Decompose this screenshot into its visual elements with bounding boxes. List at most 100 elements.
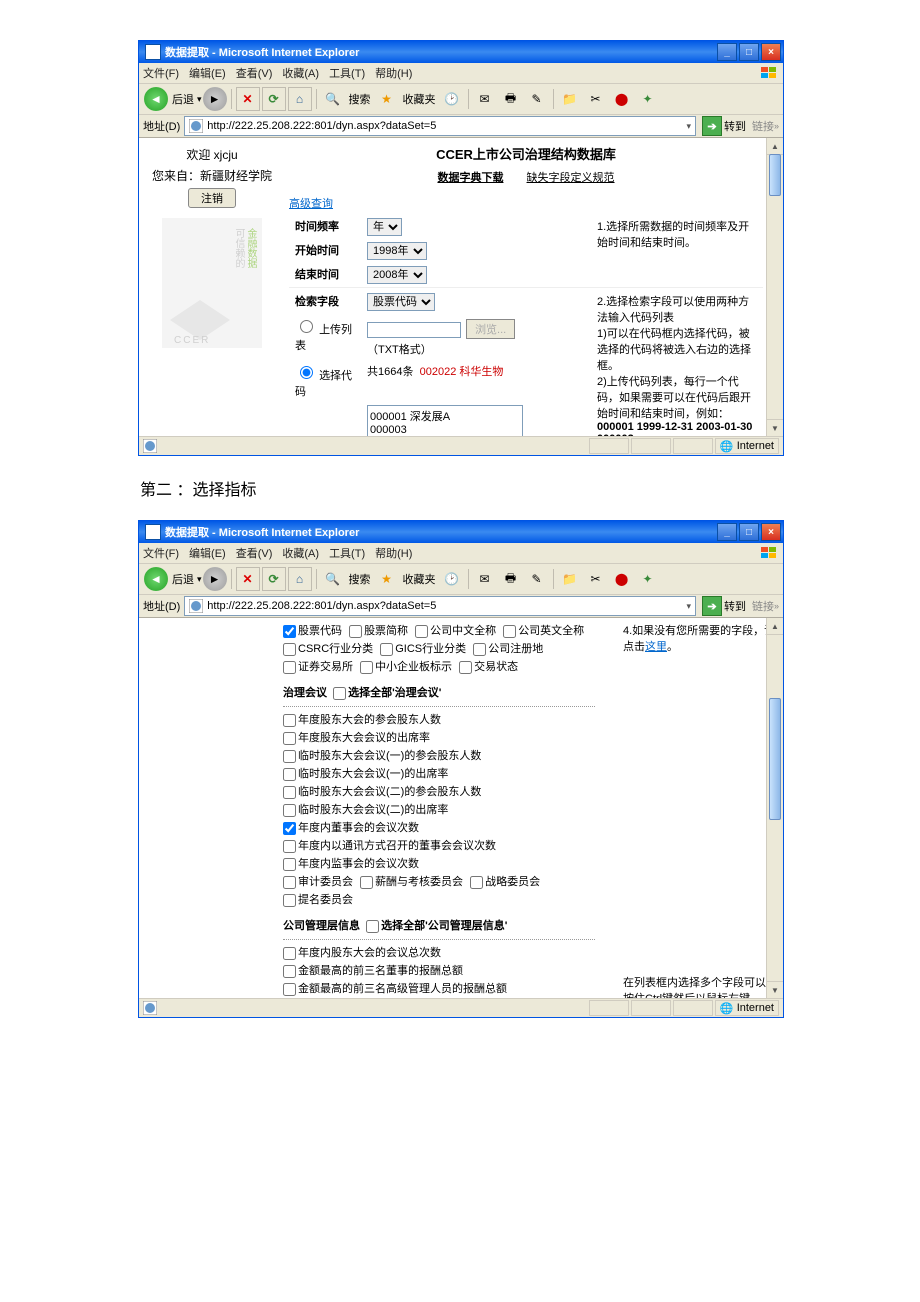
tip4-link[interactable]: 这里 bbox=[645, 641, 667, 653]
code-option[interactable]: 000003 bbox=[370, 424, 520, 436]
favorites-icon[interactable]: ★ bbox=[375, 87, 399, 111]
menu-file[interactable]: 文件(F) bbox=[143, 545, 179, 561]
address-input[interactable]: http://222.25.208.222:801/dyn.aspx?dataS… bbox=[184, 596, 696, 616]
close-button[interactable]: × bbox=[761, 523, 781, 541]
scroll-thumb[interactable] bbox=[769, 698, 781, 820]
edit-button[interactable]: ✎ bbox=[525, 567, 549, 591]
address-input[interactable]: http://222.25.208.222:801/dyn.aspx?dataS… bbox=[184, 116, 696, 136]
folder-button[interactable]: 📁 bbox=[558, 567, 582, 591]
mail-button[interactable]: ✉ bbox=[473, 567, 497, 591]
menu-help[interactable]: 帮助(H) bbox=[375, 545, 412, 561]
field-checkbox[interactable]: 中小企业板标示 bbox=[360, 658, 452, 676]
cut-button[interactable]: ✂ bbox=[584, 87, 608, 111]
go-button[interactable]: ➔ bbox=[702, 116, 722, 136]
close-button[interactable]: × bbox=[761, 43, 781, 61]
print-button[interactable]: 🖶 bbox=[499, 567, 523, 591]
menu-edit[interactable]: 编辑(E) bbox=[189, 545, 226, 561]
scroll-down-icon[interactable]: ▼ bbox=[767, 419, 783, 436]
forward-button[interactable]: ► bbox=[203, 87, 227, 111]
folder-button[interactable]: 📁 bbox=[558, 87, 582, 111]
freq-select[interactable]: 年 bbox=[367, 218, 402, 236]
adv-query-link[interactable]: 高级查询 bbox=[289, 195, 333, 211]
maximize-button[interactable]: □ bbox=[739, 43, 759, 61]
field-checkbox[interactable]: 金额最高的前三名高级管理人员的报酬总额 bbox=[283, 980, 507, 998]
field-checkbox[interactable]: 提名委员会 bbox=[283, 891, 353, 909]
misc-button[interactable]: ⬤ bbox=[610, 87, 634, 111]
menu-view[interactable]: 查看(V) bbox=[236, 65, 273, 81]
field-checkbox[interactable]: 公司注册地 bbox=[473, 640, 543, 658]
start-select[interactable]: 1998年 bbox=[367, 242, 427, 260]
field-checkbox[interactable]: 股票简称 bbox=[349, 622, 408, 640]
home-button[interactable]: ⌂ bbox=[288, 87, 312, 111]
field-checkbox[interactable]: 年度内以通讯方式召开的董事会会议次数 bbox=[283, 837, 496, 855]
menu-file[interactable]: 文件(F) bbox=[143, 65, 179, 81]
field-checkbox[interactable]: 临时股东大会会议(二)的出席率 bbox=[283, 801, 448, 819]
scroll-thumb[interactable] bbox=[769, 154, 781, 196]
field-checkbox[interactable]: GICS行业分类 bbox=[380, 640, 466, 658]
browse-button[interactable]: 浏览... bbox=[466, 319, 515, 339]
field-checkbox[interactable]: 战略委员会 bbox=[470, 873, 540, 891]
back-button[interactable]: ◄ bbox=[144, 567, 168, 591]
search-field-select[interactable]: 股票代码 bbox=[367, 293, 435, 311]
back-button[interactable]: ◄ bbox=[144, 87, 168, 111]
print-button[interactable]: 🖶 bbox=[499, 87, 523, 111]
menu-tools[interactable]: 工具(T) bbox=[329, 65, 365, 81]
select-code-radio[interactable]: 选择代码 bbox=[295, 370, 352, 398]
field-checkbox[interactable]: 公司中文全称 bbox=[415, 622, 496, 640]
end-select[interactable]: 2008年 bbox=[367, 266, 427, 284]
menu-fav[interactable]: 收藏(A) bbox=[282, 545, 319, 561]
upload-path[interactable] bbox=[367, 322, 461, 338]
search-icon[interactable]: 🔍 bbox=[321, 87, 345, 111]
code-listbox[interactable]: 000001 深发展A000003000004 *ST国农000005 世纪星源… bbox=[367, 405, 523, 436]
scroll-up-icon[interactable]: ▲ bbox=[767, 618, 783, 635]
stop-button[interactable]: ✕ bbox=[236, 567, 260, 591]
field-checkbox[interactable]: 年度内董事会的会议次数 bbox=[283, 819, 419, 837]
sec1-selectall[interactable]: 选择全部'治理会议' bbox=[333, 684, 441, 702]
field-checkbox[interactable]: 审计委员会 bbox=[283, 873, 353, 891]
field-checkbox[interactable]: 公司英文全称 bbox=[503, 622, 584, 640]
misc2-button[interactable]: ✦ bbox=[636, 87, 660, 111]
edit-button[interactable]: ✎ bbox=[525, 87, 549, 111]
forward-button[interactable]: ► bbox=[203, 567, 227, 591]
menu-edit[interactable]: 编辑(E) bbox=[189, 65, 226, 81]
code-option[interactable]: 000001 深发展A bbox=[370, 408, 520, 424]
minimize-button[interactable]: _ bbox=[717, 523, 737, 541]
menu-fav[interactable]: 收藏(A) bbox=[282, 65, 319, 81]
history-button[interactable]: 🕑 bbox=[440, 87, 464, 111]
scroll-down-icon[interactable]: ▼ bbox=[767, 981, 783, 998]
go-button[interactable]: ➔ bbox=[702, 596, 722, 616]
field-checkbox[interactable]: 交易状态 bbox=[459, 658, 518, 676]
titlebar[interactable]: 数据提取 - Microsoft Internet Explorer _ □ × bbox=[139, 41, 783, 63]
logout-button[interactable]: 注销 bbox=[188, 188, 236, 208]
sec2-selectall[interactable]: 选择全部'公司管理层信息' bbox=[366, 917, 507, 935]
scroll-up-icon[interactable]: ▲ bbox=[767, 138, 783, 155]
field-checkbox[interactable]: 年度股东大会的参会股东人数 bbox=[283, 711, 441, 729]
dict-download-link[interactable]: 数据字典下载 bbox=[437, 172, 503, 184]
field-checkbox[interactable]: 金额最高的前三名董事的报酬总额 bbox=[283, 962, 463, 980]
favorites-icon[interactable]: ★ bbox=[375, 567, 399, 591]
upload-radio[interactable]: 上传列表 bbox=[295, 324, 352, 352]
titlebar-2[interactable]: 数据提取 - Microsoft Internet Explorer _ □ × bbox=[139, 521, 783, 543]
field-checkbox[interactable]: 临时股东大会会议(一)的参会股东人数 bbox=[283, 747, 481, 765]
search-icon[interactable]: 🔍 bbox=[321, 567, 345, 591]
menu-view[interactable]: 查看(V) bbox=[236, 545, 273, 561]
scrollbar[interactable]: ▲ ▼ bbox=[766, 138, 783, 436]
scrollbar[interactable]: ▲ ▼ bbox=[766, 618, 783, 998]
refresh-button[interactable]: ⟳ bbox=[262, 567, 286, 591]
misc2-button[interactable]: ✦ bbox=[636, 567, 660, 591]
field-checkbox[interactable]: CSRC行业分类 bbox=[283, 640, 373, 658]
misc-button[interactable]: ⬤ bbox=[610, 567, 634, 591]
field-checkbox[interactable]: 临时股东大会会议(二)的参会股东人数 bbox=[283, 783, 481, 801]
maximize-button[interactable]: □ bbox=[739, 523, 759, 541]
field-checkbox[interactable]: 薪酬与考核委员会 bbox=[360, 873, 463, 891]
history-button[interactable]: 🕑 bbox=[440, 567, 464, 591]
field-checkbox[interactable]: 年度内监事会的会议次数 bbox=[283, 855, 419, 873]
field-checkbox[interactable]: 证券交易所 bbox=[283, 658, 353, 676]
scope-def-link[interactable]: 缺失字段定义规范 bbox=[527, 172, 615, 184]
menu-tools[interactable]: 工具(T) bbox=[329, 545, 365, 561]
refresh-button[interactable]: ⟳ bbox=[262, 87, 286, 111]
field-checkbox[interactable]: 股票代码 bbox=[283, 622, 342, 640]
field-checkbox[interactable]: 年度内股东大会的会议总次数 bbox=[283, 944, 441, 962]
field-checkbox[interactable]: 临时股东大会会议(一)的出席率 bbox=[283, 765, 448, 783]
home-button[interactable]: ⌂ bbox=[288, 567, 312, 591]
